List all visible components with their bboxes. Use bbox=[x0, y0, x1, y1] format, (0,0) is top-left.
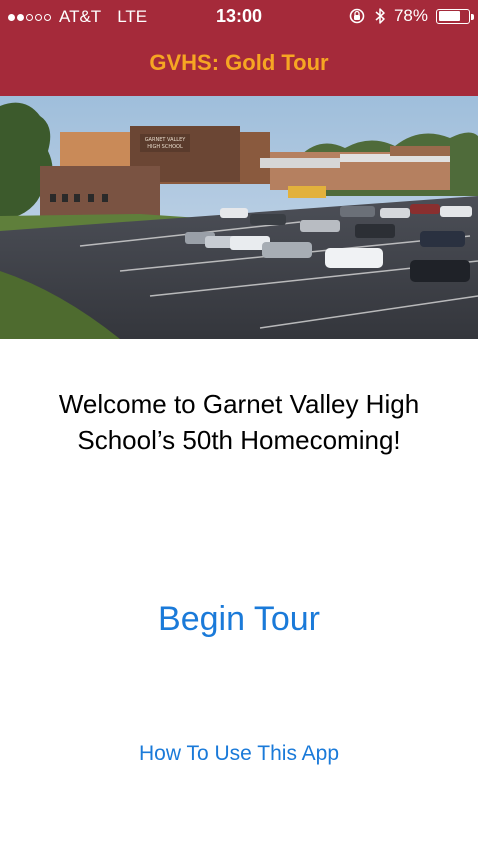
svg-text:GARNET VALLEY: GARNET VALLEY bbox=[145, 137, 187, 143]
bluetooth-icon bbox=[375, 8, 385, 24]
school-photo: GARNET VALLEY HIGH SCHOOL bbox=[0, 96, 478, 339]
page-title: GVHS: Gold Tour bbox=[149, 50, 329, 75]
status-right: 78% bbox=[348, 6, 474, 26]
status-bar: AT&T LTE 13:00 78% bbox=[0, 0, 478, 34]
begin-tour-button[interactable]: Begin Tour bbox=[0, 600, 478, 639]
svg-text:HIGH SCHOOL: HIGH SCHOOL bbox=[147, 144, 183, 150]
rotation-lock-icon bbox=[349, 8, 365, 24]
welcome-message: Welcome to Garnet Valley High School’s 5… bbox=[58, 389, 420, 455]
how-to-use-link[interactable]: How To Use This App bbox=[0, 742, 478, 766]
battery-percent: 78% bbox=[393, 6, 428, 25]
battery-icon bbox=[436, 8, 474, 24]
navigation-bar: GVHS: Gold Tour bbox=[0, 34, 478, 96]
